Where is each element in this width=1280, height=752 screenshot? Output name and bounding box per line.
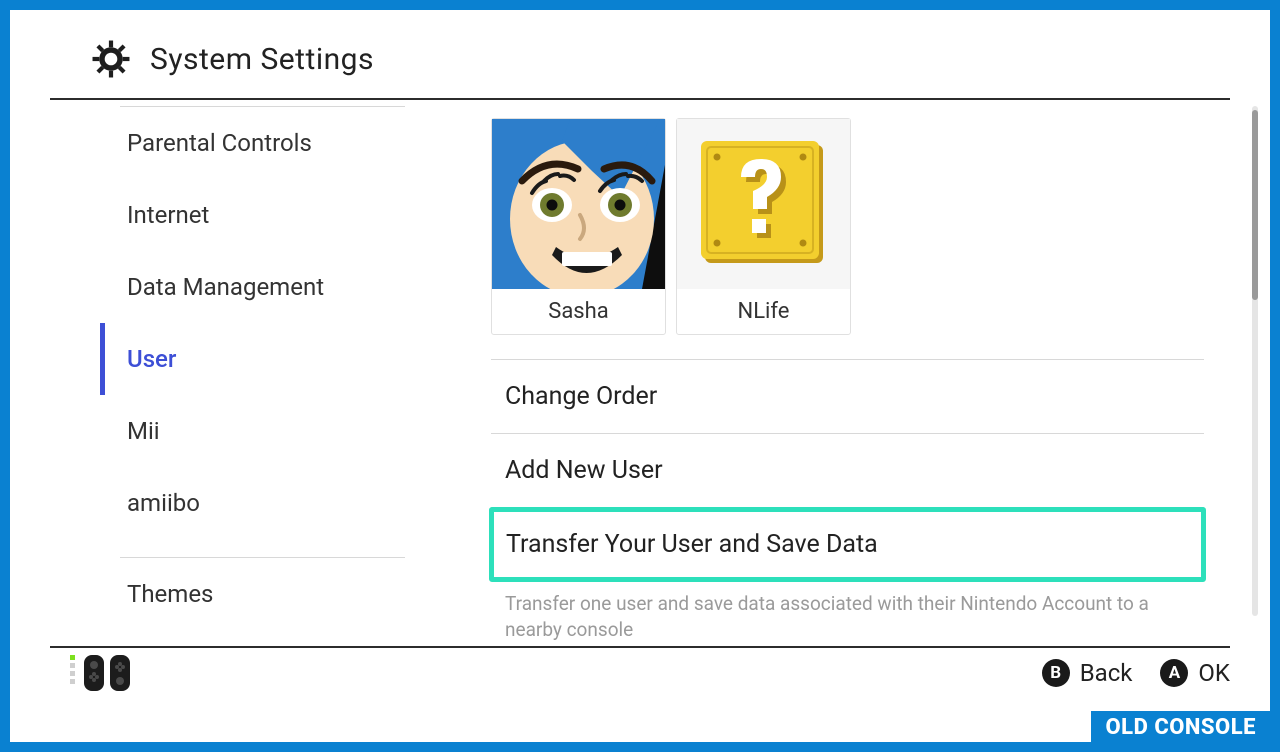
option-add-new-user[interactable]: Add New User: [491, 434, 1204, 508]
scrollbar-thumb[interactable]: [1252, 110, 1258, 300]
page-title: System Settings: [150, 42, 374, 77]
hint-label: OK: [1198, 659, 1230, 687]
sidebar-item-mii[interactable]: Mii: [100, 395, 415, 467]
hint-back: B Back: [1042, 659, 1133, 687]
option-transfer-user[interactable]: Transfer Your User and Save Data: [489, 507, 1206, 582]
main-pane: Sasha: [415, 100, 1260, 634]
scrollbar[interactable]: [1252, 106, 1258, 616]
b-button-icon: B: [1042, 659, 1070, 687]
option-description: Transfer one user and save data associat…: [491, 581, 1204, 642]
controller-icon: [50, 655, 130, 691]
sidebar-item-parental-controls[interactable]: Parental Controls: [100, 107, 415, 179]
hint-ok: A OK: [1160, 659, 1230, 687]
sidebar-item-label: User: [127, 345, 176, 373]
user-tile-sasha[interactable]: Sasha: [491, 118, 666, 335]
user-tile-nlife[interactable]: NLife: [676, 118, 851, 335]
sidebar-item-themes[interactable]: Themes: [100, 558, 415, 630]
user-options: Change Order Add New User Transfer Your …: [491, 359, 1204, 642]
avatar: [492, 119, 665, 289]
option-label: Add New User: [505, 456, 663, 485]
console-banner: OLD CONSOLE: [1091, 711, 1270, 742]
settings-sidebar: Parental Controls Internet Data Manageme…: [20, 100, 415, 634]
footer-divider: [50, 646, 1230, 648]
a-button-icon: A: [1160, 659, 1188, 687]
gear-icon: [90, 38, 132, 80]
footer: B Back A OK: [50, 650, 1230, 696]
sidebar-item-label: Data Management: [127, 273, 324, 301]
sidebar-item-data-management[interactable]: Data Management: [100, 251, 415, 323]
sidebar-item-internet[interactable]: Internet: [100, 179, 415, 251]
user-tiles: Sasha: [491, 118, 1204, 335]
sidebar-item-label: amiibo: [127, 489, 200, 517]
sidebar-item-label: Internet: [127, 201, 209, 229]
sidebar-item-amiibo[interactable]: amiibo: [100, 467, 415, 539]
sidebar-item-label: Mii: [127, 417, 160, 445]
option-change-order[interactable]: Change Order: [491, 360, 1204, 434]
sidebar-item-label: Themes: [127, 580, 213, 608]
option-label: Transfer Your User and Save Data: [506, 530, 878, 559]
user-name: NLife: [677, 299, 850, 324]
option-label: Change Order: [505, 382, 657, 411]
hint-label: Back: [1080, 659, 1133, 687]
avatar: [677, 119, 850, 289]
sidebar-item-label: Parental Controls: [127, 129, 312, 157]
user-name: Sasha: [492, 299, 665, 324]
sidebar-item-user[interactable]: User: [100, 323, 415, 395]
header: System Settings: [20, 20, 1260, 98]
